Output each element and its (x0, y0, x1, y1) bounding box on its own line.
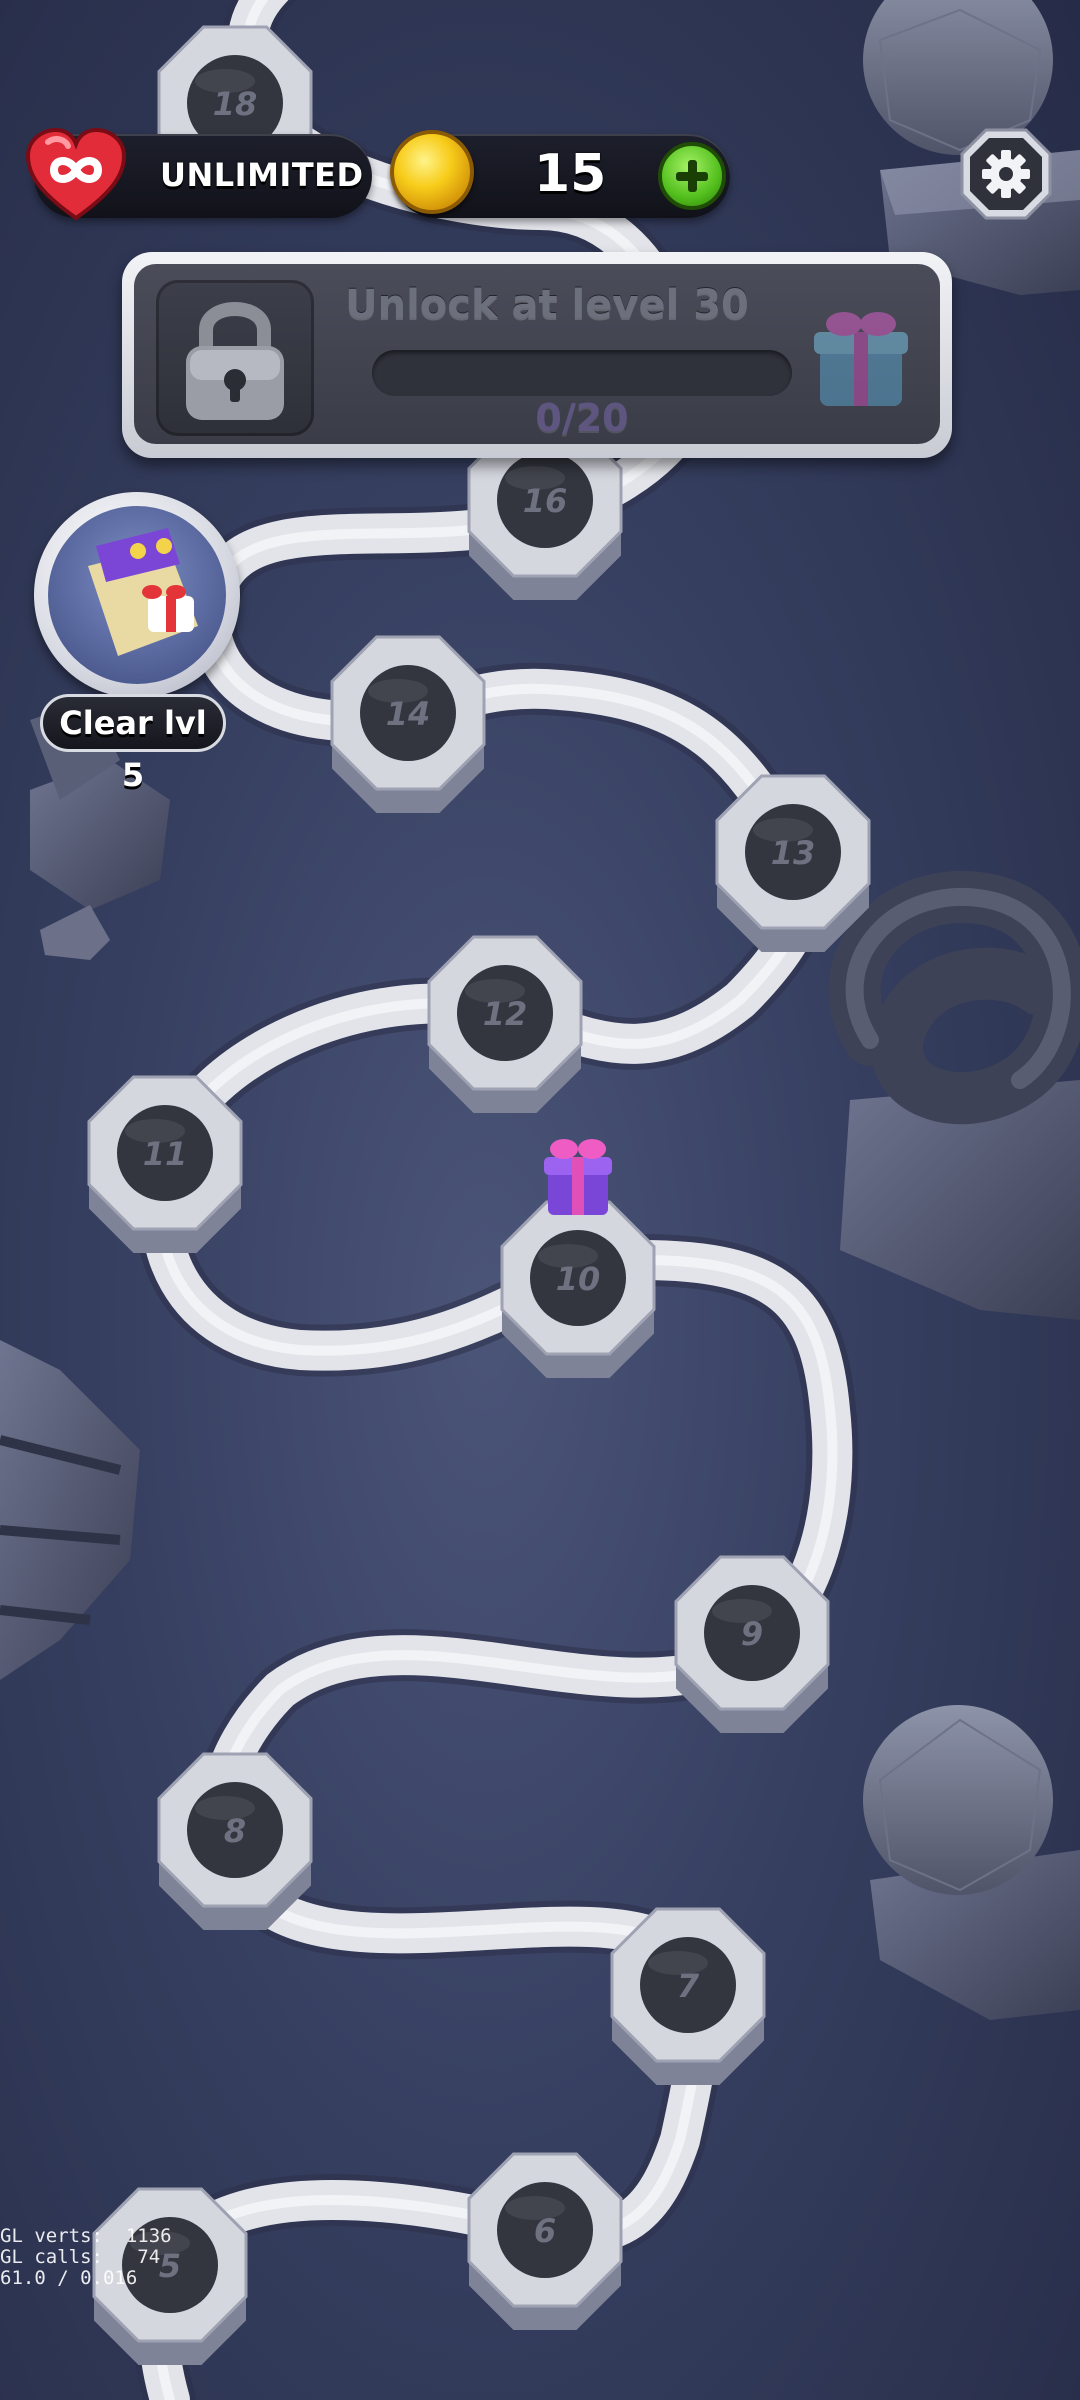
gift-reward-icon[interactable] (544, 1139, 612, 1215)
level-node-10[interactable]: 10 (500, 1200, 656, 1378)
level-number: 6 (534, 2212, 556, 2250)
padlock-icon (186, 302, 284, 420)
level-node-11[interactable]: 11 (87, 1075, 243, 1253)
level-number: 8 (224, 1812, 246, 1850)
lives-text: UNLIMITED (160, 156, 364, 194)
gift-icon (814, 312, 908, 406)
level-node-13[interactable]: 13 (715, 774, 871, 952)
unlock-progress-bar (372, 350, 792, 396)
debug-line-fps: 61.0 / 0.016 (0, 2267, 138, 2289)
lives-display[interactable]: UNLIMITED (26, 128, 372, 221)
heart-icon (26, 128, 126, 221)
unlock-progress-text: 0/20 (535, 396, 629, 440)
debug-line-verts: GL verts: 1136 (0, 2225, 172, 2247)
level-number: 16 (523, 482, 568, 520)
side-event-label: Clear lvl 5 (40, 694, 226, 794)
coin-icon (390, 130, 474, 214)
level-number: 10 (556, 1260, 601, 1298)
event-character-icon (48, 506, 226, 684)
coins-count: 15 (534, 144, 607, 204)
gear-icon (982, 150, 1030, 198)
level-number: 9 (741, 1615, 763, 1653)
unlock-title: Unlock at level 30 (345, 282, 749, 328)
level-number: 11 (143, 1135, 188, 1173)
locked-event-inner: Unlock at level 30 0/20 (134, 264, 940, 444)
level-node-6[interactable]: 6 (467, 2152, 623, 2330)
level-node-9[interactable]: 9 (674, 1555, 830, 1733)
level-node-8[interactable]: 8 (157, 1752, 313, 1930)
settings-gear-button[interactable] (956, 124, 1056, 224)
level-number: 14 (386, 695, 431, 733)
locked-event-panel: Unlock at level 30 0/20 (122, 252, 952, 458)
debug-overlay: GL verts: 1136 GL calls: 74 61.0 / 0.016 (0, 2226, 172, 2289)
debug-line-calls: GL calls: 74 (0, 2246, 161, 2268)
level-number: 18 (213, 85, 258, 123)
level-node-14[interactable]: 14 (330, 635, 486, 813)
level-node-7[interactable]: 7 (610, 1907, 766, 2085)
add-coins-button[interactable] (658, 142, 726, 210)
coins-display[interactable]: 15 (390, 130, 730, 218)
level-number: 12 (483, 995, 528, 1033)
side-event-button[interactable] (34, 492, 240, 698)
level-node-12[interactable]: 12 (427, 935, 583, 1113)
level-number: 13 (771, 834, 816, 872)
lock-tile (156, 280, 314, 436)
level-map: 5 6 7 8 9 10 11 12 13 14 16 18 Clear lvl 5 (0, 0, 1080, 2400)
level-number: 7 (677, 1967, 700, 2005)
